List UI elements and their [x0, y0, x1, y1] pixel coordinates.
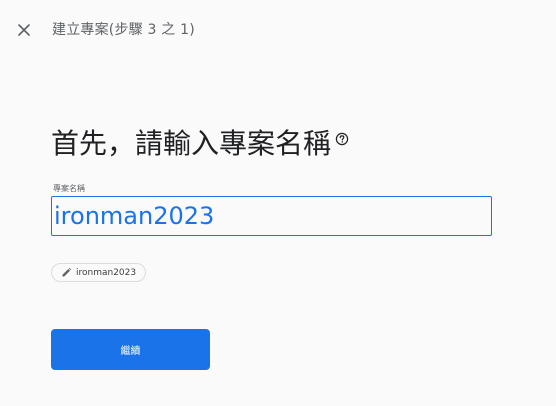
- project-name-label: 專案名稱: [53, 184, 85, 193]
- suggestion-chip-label: ironman2023: [76, 267, 137, 278]
- continue-button[interactable]: 繼續: [51, 329, 210, 370]
- heading-row: 首先，請輸入專案名稱: [51, 126, 349, 162]
- help-circle-icon[interactable]: [335, 132, 349, 146]
- step-title: 建立專案(步驟 3 之 1): [52, 22, 195, 38]
- project-name-input[interactable]: [52, 197, 491, 235]
- page-heading: 首先，請輸入專案名稱: [51, 127, 332, 160]
- suggestion-chip[interactable]: ironman2023: [51, 263, 147, 282]
- project-name-field[interactable]: [51, 196, 492, 236]
- close-button[interactable]: [13, 19, 35, 41]
- pencil-icon: [61, 267, 72, 278]
- close-icon[interactable]: [13, 19, 35, 41]
